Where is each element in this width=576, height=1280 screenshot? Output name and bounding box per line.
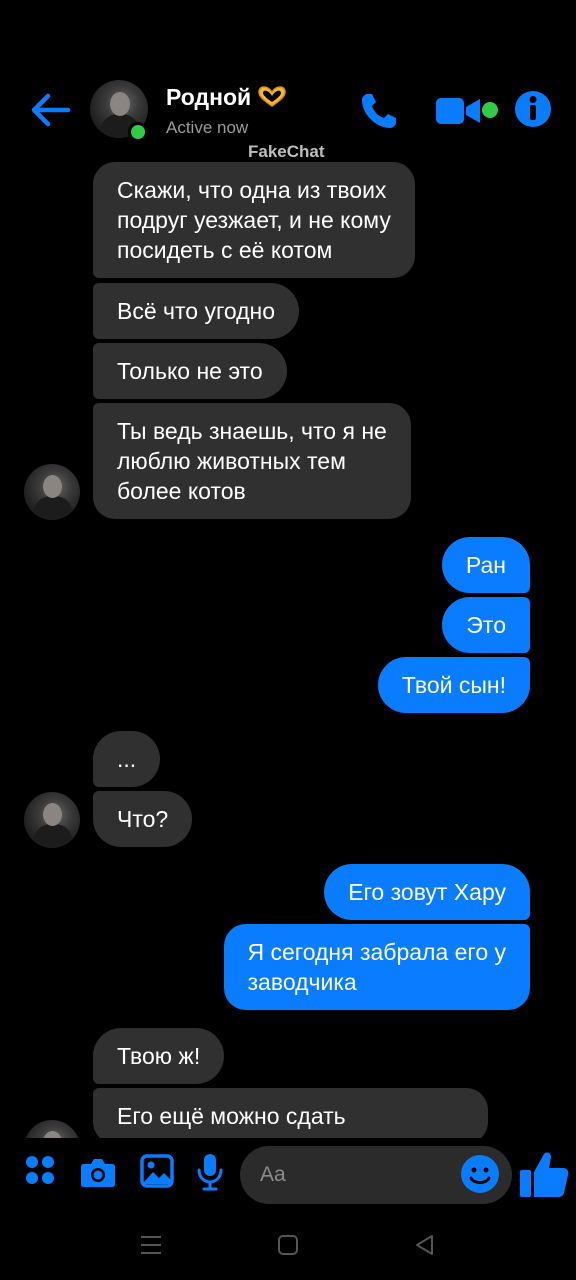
recent-apps-icon[interactable] — [140, 1234, 162, 1256]
smiley-icon[interactable] — [460, 1154, 500, 1194]
active-status: Active now — [166, 118, 249, 137]
composer-bar: Aa — [0, 1140, 576, 1210]
heart-hands-emoji-icon — [258, 86, 286, 107]
message-sent[interactable]: Твой сын! — [377, 657, 530, 713]
message-sent[interactable]: Его зовут Хару — [324, 864, 530, 920]
message-received[interactable]: Скажи, что одна из твоих подруг уезжает, … — [93, 162, 415, 278]
message-list[interactable]: Скажи, что одна из твоих подруг уезжает, … — [0, 162, 576, 1138]
contact-avatar-small[interactable] — [24, 464, 80, 520]
message-received[interactable]: Только не это — [93, 343, 287, 399]
contact-name[interactable]: Родной — [166, 84, 251, 111]
online-indicator — [128, 122, 148, 142]
thumbs-up-icon[interactable] — [518, 1150, 570, 1200]
message-received[interactable]: Ты ведь знаешь, что я не люблю животных т… — [93, 403, 411, 519]
message-received[interactable]: ... — [93, 731, 161, 787]
message-received[interactable]: Твою ж! — [93, 1028, 225, 1084]
apps-grid-icon[interactable] — [24, 1154, 56, 1186]
message-received[interactable]: Его ещё можно сдать — [93, 1088, 488, 1138]
nav-back-icon[interactable] — [414, 1234, 436, 1256]
info-icon[interactable] — [514, 90, 552, 128]
message-sent[interactable]: Это — [442, 597, 530, 653]
contact-avatar-small[interactable] — [24, 792, 80, 848]
message-received[interactable]: Всё что угодно — [93, 283, 300, 339]
back-arrow-icon[interactable] — [28, 90, 72, 130]
home-icon[interactable] — [277, 1234, 299, 1256]
contact-avatar-small[interactable] — [24, 1120, 80, 1138]
message-sent[interactable]: Я сегодня забрала его у заводчика — [223, 924, 530, 1010]
message-received[interactable]: Что? — [93, 791, 193, 847]
video-online-dot — [482, 102, 498, 118]
camera-icon[interactable] — [80, 1156, 116, 1188]
message-input-placeholder: Aa — [260, 1163, 286, 1186]
message-sent[interactable]: Ран — [441, 537, 530, 593]
watermark: FakeChat — [248, 142, 325, 161]
phone-icon[interactable] — [358, 90, 404, 132]
system-nav-bar — [0, 1218, 576, 1280]
microphone-icon[interactable] — [196, 1152, 224, 1192]
gallery-icon[interactable] — [140, 1154, 174, 1188]
video-camera-icon[interactable] — [434, 94, 482, 128]
